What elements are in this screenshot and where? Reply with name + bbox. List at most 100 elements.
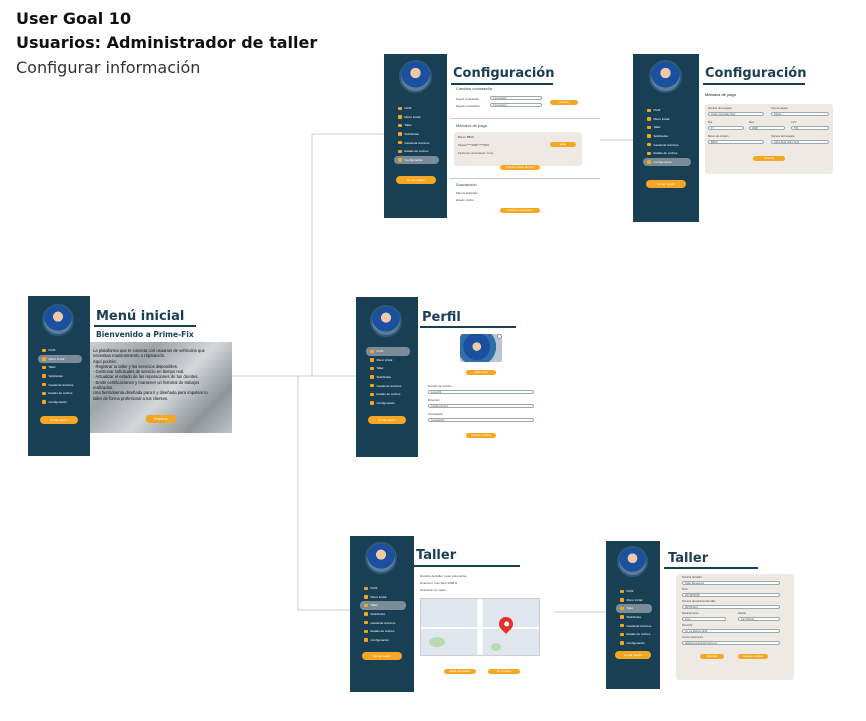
logout-button[interactable]: Cerrar sesión — [396, 176, 436, 184]
nav-tecnicos[interactable]: Gestionar técnicos — [356, 381, 418, 390]
workshop-name-line: Nombre del taller: Leon Automotive — [420, 574, 467, 578]
nav-taller[interactable]: Taller — [360, 601, 406, 610]
nav-configuracion[interactable]: Configuración — [28, 398, 90, 407]
title-underline — [703, 83, 805, 85]
email-input[interactable]: tallerbenavente@gmail.com — [682, 641, 780, 645]
logout-button[interactable]: Cerrar sesión — [40, 416, 78, 424]
nav-estado-coches[interactable]: Estado de coches — [384, 147, 447, 156]
user-role-title: Usuarios: Administrador de taller — [16, 33, 318, 52]
password-section-title: Cambiar contraseña — [456, 86, 493, 91]
nav-solicitudes[interactable]: Solicitudes — [633, 132, 699, 141]
address-input[interactable]: Carlitos fer24.1 — [428, 404, 534, 408]
user-icon — [370, 349, 374, 354]
nav-menu-inicial[interactable]: Menú inicial — [384, 113, 447, 122]
nav-perfil[interactable]: Perfil — [633, 106, 699, 115]
password-label: Contraseña — [428, 412, 443, 416]
sidebar: Perfil Menú inicial Taller Solicitudes G… — [606, 541, 660, 689]
nav-solicitudes[interactable]: Solicitudes — [606, 613, 660, 622]
nav-label: Solicitudes — [48, 374, 64, 379]
nav-perfil[interactable]: Perfil — [384, 104, 447, 113]
type-select[interactable]: Débito — [771, 112, 829, 116]
nav-tecnicos[interactable]: Gestionar técnicos — [606, 621, 660, 630]
bank-input[interactable]: BBVA — [708, 140, 764, 144]
nav-estado-coches[interactable]: Estado de coches — [633, 149, 699, 158]
nav-menu-inicial[interactable]: Menú inicial — [633, 115, 699, 124]
nav-perfil[interactable]: Perfil — [606, 587, 660, 596]
nav-taller[interactable]: Taller — [28, 363, 90, 372]
nav-configuracion[interactable]: Configuración — [643, 157, 691, 167]
save-card-button[interactable]: Guardar — [753, 156, 785, 161]
nav-taller[interactable]: Taller — [384, 121, 447, 130]
address-input[interactable]: Av. La Marina 1234 — [682, 629, 780, 633]
nav-taller[interactable]: Taller — [356, 364, 418, 373]
nav-menu-inicial[interactable]: Menú inicial — [356, 356, 418, 365]
month-select[interactable]: 2028 — [749, 126, 785, 130]
save-password-button[interactable]: Guardar — [550, 100, 578, 105]
username-input[interactable]: Leon123 — [428, 390, 534, 394]
save-workshop-button[interactable]: Guardar cambios — [738, 654, 768, 659]
department-input[interactable]: Lima — [682, 617, 726, 621]
nav-perfil[interactable]: Perfil — [366, 347, 410, 356]
manage-subscription-button[interactable]: Gestionar suscripción — [500, 208, 540, 213]
logout-button[interactable]: Cerrar sesión — [646, 180, 686, 188]
card-number-input[interactable]: 4444 4444 4444 4444 — [771, 140, 829, 144]
map-pin-icon — [496, 614, 516, 634]
sidebar-nav: Perfil Menú inicial Taller Solicitudes G… — [28, 346, 90, 406]
edit-photo-icon[interactable] — [497, 334, 502, 339]
sidebar: Perfil Menú inicial Taller Solicitudes G… — [633, 54, 699, 222]
edit-card-button[interactable]: Editar — [550, 142, 576, 147]
avatar — [370, 305, 402, 337]
nav-solicitudes[interactable]: Solicitudes — [356, 373, 418, 382]
cancel-button[interactable]: Cancelar — [700, 654, 724, 659]
save-profile-button[interactable]: Guardar cambios — [466, 433, 496, 438]
nav-label: Solicitudes — [376, 375, 392, 380]
nav-configuracion[interactable]: Configuración — [394, 155, 439, 165]
nav-perfil[interactable]: Perfil — [28, 346, 90, 355]
logout-button[interactable]: Cerrar sesión — [368, 416, 406, 424]
password-input[interactable]: Contraseña — [428, 418, 534, 422]
nav-estado-coches[interactable]: Estado de coches — [356, 390, 418, 399]
nav-estado-coches[interactable]: Estado de coches — [350, 627, 414, 636]
add-payment-button[interactable]: Agregar método de pago — [500, 165, 540, 170]
nav-solicitudes[interactable]: Solicitudes — [28, 372, 90, 381]
holder-input[interactable]: Pedro Gonzalez Ruiz — [708, 112, 764, 116]
district-input[interactable]: San Miguel — [738, 617, 780, 621]
nav-estado-coches[interactable]: Estado de coches — [606, 630, 660, 639]
email-label: Correo electrónico — [682, 636, 704, 639]
logout-button[interactable]: Cerrar sesión — [362, 652, 402, 660]
nav-tecnicos[interactable]: Gestionar técnicos — [384, 138, 447, 147]
page-title: Configuración — [453, 66, 555, 81]
nav-perfil[interactable]: Perfil — [350, 584, 414, 593]
ruc-input[interactable]: 2874829188 — [682, 593, 780, 597]
start-button[interactable]: Empezar — [146, 415, 176, 423]
nav-tecnicos[interactable]: Gestionar técnicos — [28, 380, 90, 389]
nav-configuracion[interactable]: Configuración — [356, 399, 418, 408]
new-password-input[interactable]: Contraseña — [490, 96, 542, 100]
day-select[interactable]: 17 — [708, 126, 744, 130]
nav-menu-inicial[interactable]: Menú inicial — [350, 593, 414, 602]
nav-estado-coches[interactable]: Estado de coches — [28, 389, 90, 398]
edit-profile-button[interactable]: Editar perfil — [466, 370, 496, 375]
nav-configuracion[interactable]: Configuración — [350, 636, 414, 645]
nav-tecnicos[interactable]: Gestionar técnicos — [350, 618, 414, 627]
logout-button[interactable]: Cerrar sesión — [615, 651, 651, 659]
profile-photo — [460, 334, 502, 362]
nav-label: Perfil — [653, 108, 661, 113]
name-input[interactable]: Taller Benavente — [682, 581, 780, 585]
nav-taller[interactable]: Taller — [616, 604, 652, 613]
nav-solicitudes[interactable]: Solicitudes — [350, 610, 414, 619]
nav-menu-inicial[interactable]: Menú inicial — [606, 596, 660, 605]
body-line: Una herramienta diseñada para ti y diseñ… — [93, 390, 208, 396]
cvv-input[interactable]: 574 — [791, 126, 829, 130]
view-services-button[interactable]: Ver servicios — [488, 669, 520, 674]
park-area — [491, 643, 501, 651]
repeat-password-input[interactable]: Contraseña — [490, 103, 542, 107]
nav-solicitudes[interactable]: Solicitudes — [384, 130, 447, 139]
nav-tecnicos[interactable]: Gestionar técnicos — [633, 140, 699, 149]
nav-configuracion[interactable]: Configuración — [606, 639, 660, 648]
nav-menu-inicial[interactable]: Menú inicial — [38, 354, 82, 364]
workshop-map[interactable] — [420, 598, 540, 656]
phone-input[interactable]: 987654321 — [682, 605, 780, 609]
edit-info-button[interactable]: Editar información — [444, 669, 476, 674]
nav-taller[interactable]: Taller — [633, 123, 699, 132]
